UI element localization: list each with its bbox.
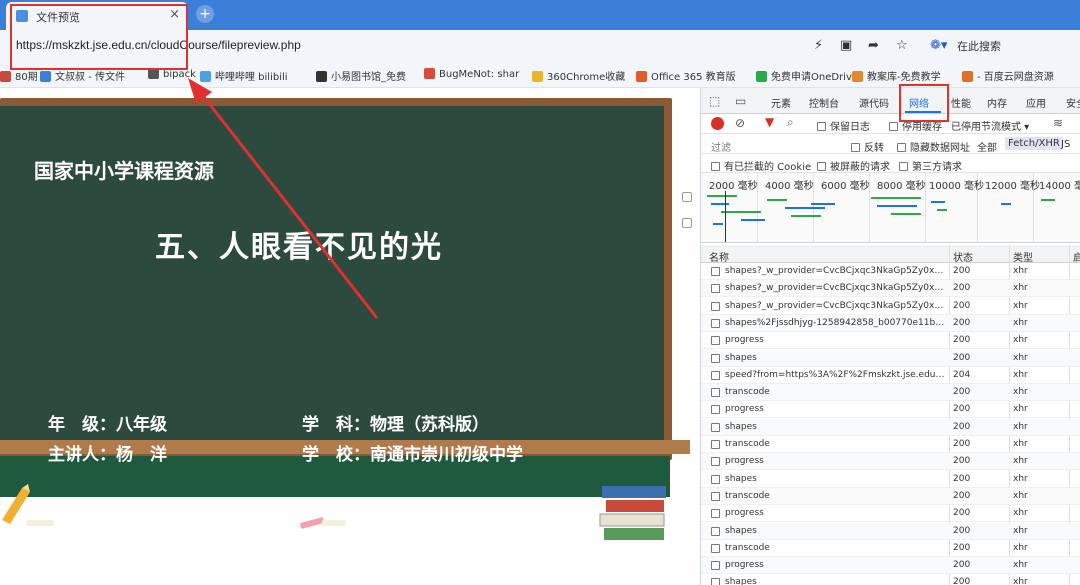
annotation-arrow-icon: [188, 78, 379, 319]
screen: 文件预览 × + https://mskzkt.jse.edu.cn/cloud…: [0, 0, 1080, 585]
